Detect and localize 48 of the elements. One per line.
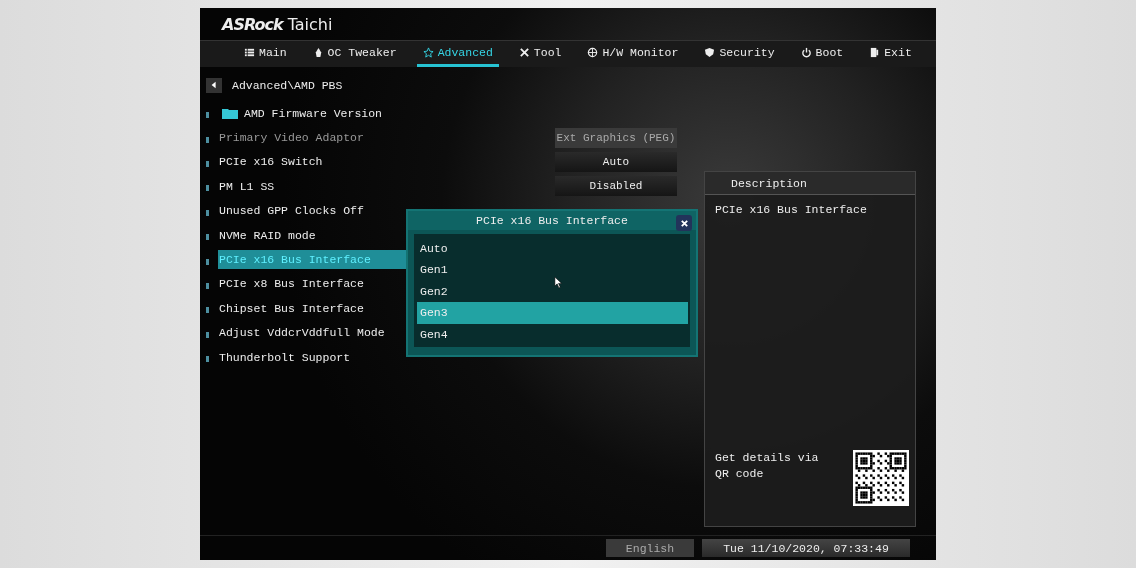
tab-icon [244,47,255,58]
close-icon [679,218,689,228]
nav-tab[interactable]: Boot [794,41,850,67]
nav-tab[interactable]: Exit [863,41,918,67]
qr-code-icon [853,450,909,506]
bullet-icon [206,234,209,241]
tab-icon [800,47,812,58]
bullet-icon [206,209,209,216]
menu-item[interactable]: AMD Firmware Version [218,103,555,123]
tab-icon [704,47,716,58]
tab-icon [518,47,530,58]
description-text: PCIe x16 Bus Interface [714,202,868,218]
mouse-pointer-icon [554,275,563,289]
brand-logo: ASRock Taichi [222,14,333,34]
bullet-icon [206,258,209,265]
back-button[interactable] [206,77,222,93]
bullet-icon [206,356,209,363]
breadcrumb: Advanced\AMD PBS [232,78,343,92]
nav-tab[interactable]: Tool [512,41,568,67]
folder-icon [222,107,238,120]
nav-tab[interactable]: Main [238,41,293,67]
value-button[interactable]: Auto [555,151,677,172]
nav-tab[interactable]: H/W Monitor [581,41,685,67]
close-button[interactable] [676,215,692,231]
language-button[interactable]: English [606,539,694,557]
option-item[interactable]: Gen4 [417,323,688,345]
qr-caption: Get details via QR code [715,450,820,482]
value-button[interactable]: Disabled [555,176,677,197]
bullet-icon [206,282,209,289]
tab-icon [422,47,434,58]
date-time: Tue 11/10/2020, 07:33:49 [702,539,910,557]
menu-item[interactable]: PCIe x16 Switch [218,152,552,172]
option-item[interactable]: Gen2 [417,280,688,302]
menu-item[interactable]: PM L1 SS [218,176,552,196]
bullet-icon [206,160,209,167]
dialog-title: PCIe x16 Bus Interface [476,213,628,227]
description-title: Description [731,176,807,190]
bullet-icon [206,112,209,119]
tab-icon [869,47,881,58]
left-arrow-icon [210,81,218,89]
tab-icon [587,47,599,58]
nav-tab[interactable]: Advanced [416,41,499,67]
bullet-icon [206,136,209,143]
nav-tab[interactable]: OC Tweaker [306,41,403,67]
nav-tab[interactable]: Security [698,41,781,67]
bullet-icon [206,331,209,338]
bullet-icon [206,185,209,192]
bullet-icon [206,307,209,314]
